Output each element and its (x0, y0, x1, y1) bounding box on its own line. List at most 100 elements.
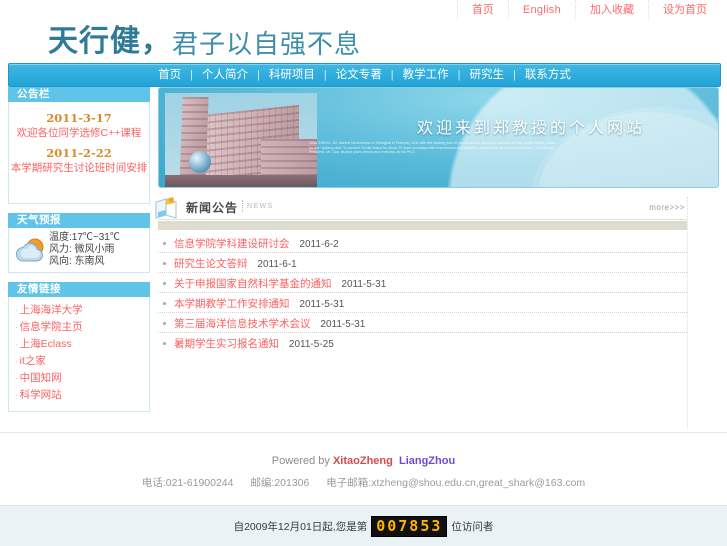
news-title-divider (242, 200, 244, 212)
weather-direction: 风向: 东南风 (49, 256, 105, 267)
list-item[interactable]: 第三届海洋信息技术学术会议 2011-5-31 (158, 316, 687, 333)
list-item[interactable]: 研究生论文答辩 2011-6-1 (158, 256, 687, 273)
nav-item-teaching[interactable]: 教学工作 (394, 64, 458, 86)
nav-items: 首页 | 个人简介 | 科研项目 | 论文专著 | 教学工作 | 研究生 | 联… (9, 64, 720, 86)
news-title: 新闻公告 (186, 201, 239, 215)
list-item[interactable]: 本学期教学工作安排通知 2011-5-31 (158, 296, 687, 313)
friend-link[interactable]: 上海Eclass (20, 338, 72, 350)
list-item[interactable]: · 信息学院主页 (9, 319, 149, 336)
news-more-link[interactable]: more>>> (649, 203, 685, 212)
friend-link[interactable]: 科学网站 (20, 389, 62, 401)
counter-suffix: 位访问者 (451, 520, 494, 533)
nav-item-research-projects[interactable]: 科研项目 (260, 64, 324, 86)
bullet-icon: · (15, 391, 18, 400)
hero-banner: 欢迎来到郑教授的个人网站 Xitao ZHENG, 60, started hi… (158, 87, 719, 188)
topbar-link-home[interactable]: 首页 (456, 0, 509, 20)
news-link[interactable]: 暑期学生实习报名通知 (174, 338, 279, 350)
photo-window-rows (179, 97, 209, 187)
list-item[interactable]: · 上海海洋大学 (9, 302, 149, 319)
nav-item-publications[interactable]: 论文专著 (327, 64, 391, 86)
news-date: 2011-5-31 (320, 319, 366, 330)
bullet-icon (163, 242, 166, 245)
powered-by-prefix: Powered by (271, 455, 333, 467)
bullet-icon (163, 262, 166, 265)
counter-value: 007853 (371, 515, 448, 537)
site-logo: 天行健，君子以自强不息 (48, 16, 361, 60)
notice-panel-title: 公告栏 (8, 87, 150, 102)
sidebar-panel-notice: 公告栏 2011-3-17 欢迎各位同学选修C++课程 2011-2-22 本学… (8, 87, 150, 204)
weather-panel-title: 天气预报 (8, 213, 150, 228)
list-item[interactable]: 信息学院学科建设研讨会 2011-6-2 (158, 236, 687, 253)
list-item[interactable]: · 上海Eclass (9, 336, 149, 353)
contact-email[interactable]: 电子邮箱:xtzheng@shou.edu.cn,great_shark@163… (326, 477, 585, 489)
topbar-link-english[interactable]: English (509, 0, 576, 20)
notice-date: 2011-3-17 (46, 111, 112, 125)
bullet-icon (163, 302, 166, 305)
links-panel-title: 友情链接 (8, 282, 150, 297)
news-subtitle: NEWS (247, 203, 274, 210)
bullet-icon: · (15, 374, 18, 383)
nav-item-contact[interactable]: 联系方式 (516, 64, 580, 86)
campus-building-photo (165, 93, 317, 187)
list-item[interactable]: · it之家 (9, 353, 149, 370)
news-list: 信息学院学科建设研讨会 2011-6-2 研究生论文答辩 2011-6-1 关于… (158, 230, 687, 352)
list-item[interactable]: 暑期学生实习报名通知 2011-5-25 (158, 336, 687, 352)
news-link[interactable]: 研究生论文答辩 (174, 258, 248, 270)
weather-panel-body: 温度:17℃~31℃ 风力: 微风小雨 风向: 东南风 (8, 228, 150, 273)
news-link[interactable]: 第三届海洋信息技术学术会议 (174, 318, 311, 330)
friend-link[interactable]: 上海海洋大学 (20, 304, 83, 316)
notice-text[interactable]: 欢迎各位同学选修C++课程 (9, 126, 149, 140)
banner-title: 欢迎来到郑教授的个人网站 (417, 118, 646, 137)
sun-behind-cloud-icon (13, 235, 47, 265)
news-link[interactable]: 信息学院学科建设研讨会 (174, 238, 290, 250)
news-book-icon (154, 195, 180, 221)
counter-prefix: 自2009年12月01日起,您是第 (233, 520, 368, 533)
bullet-icon: · (15, 323, 18, 332)
notice-panel-body: 2011-3-17 欢迎各位同学选修C++课程 2011-2-22 本学期研究生… (8, 102, 150, 204)
friend-link[interactable]: 信息学院主页 (20, 321, 83, 333)
visitor-counter-bar: 自2009年12月01日起,您是第 007853 位访问者 (0, 505, 727, 546)
friend-link[interactable]: 中国知网 (20, 372, 62, 384)
content-vertical-divider (687, 197, 689, 429)
page-root: 首页 English 加入收藏 设为首页 天行健，君子以自强不息 首页 | 个人… (0, 0, 727, 546)
notice-date: 2011-2-22 (46, 146, 112, 160)
logo-line-2: 君子以自强不息 (172, 30, 362, 60)
contact-phone: 电话:021-61900244 (141, 477, 234, 489)
nav-item-profile[interactable]: 个人简介 (193, 64, 257, 86)
powered-by: Powered by XitaoZheng LiangZhou (0, 455, 727, 467)
main-column: 欢迎来到郑教授的个人网站 Xitao ZHENG, 60, started hi… (155, 87, 719, 429)
nav-item-home[interactable]: 首页 (149, 64, 190, 86)
bullet-icon (163, 342, 166, 345)
list-item[interactable]: · 中国知网 (9, 370, 149, 387)
nav-item-graduate-students[interactable]: 研究生 (460, 64, 513, 86)
news-link[interactable]: 本学期教学工作安排通知 (174, 298, 290, 310)
sidebar-panel-links: 友情链接 ·上海海洋大学 ·信息学院主页 ·上海Eclass ·it之家 (8, 282, 150, 412)
news-section: 新闻公告 NEWS more>>> 信息学院学科建设研讨会 2011-6-2 研… (155, 197, 688, 429)
news-link[interactable]: 关于申报国家自然科学基金的通知 (174, 278, 332, 290)
news-date: 2011-5-31 (299, 299, 345, 310)
topbar-link-add-favorite[interactable]: 加入收藏 (576, 0, 649, 20)
top-utility-links: 首页 English 加入收藏 设为首页 (456, 0, 721, 20)
masthead: 天行健，君子以自强不息 (0, 20, 727, 62)
weather-text: 温度:17℃~31℃ 风力: 微风小雨 风向: 东南风 (49, 232, 120, 268)
links-panel-body: · 上海海洋大学 · 信息学院主页 · 上海Eclass · it之家 · 中国知网 (8, 297, 150, 412)
news-date: 2011-5-31 (341, 279, 387, 290)
logo-line-1: 天行健， (48, 24, 172, 59)
news-header-bar (158, 221, 687, 230)
notice-text[interactable]: 本学期研究生讨论班时间安排 (9, 161, 149, 175)
banner-subtext: Xitao ZHENG, 60, started his business in… (309, 141, 556, 155)
author-2[interactable]: LiangZhou (399, 455, 455, 467)
contact-postcode: 邮编:201306 (250, 477, 310, 489)
list-item[interactable]: · 科学网站 (9, 387, 149, 404)
visitor-counter: 自2009年12月01日起,您是第 007853 位访问者 (233, 515, 494, 537)
topbar-link-set-homepage[interactable]: 设为首页 (649, 0, 721, 20)
bullet-icon: · (15, 340, 18, 349)
news-date: 2011-6-2 (299, 239, 339, 250)
sidebar-panel-weather: 天气预报 温度:17℃~31℃ 风力: 微风小雨 风向: 东南风 (8, 213, 150, 273)
weather-wind: 风力: 微风小雨 (49, 244, 115, 255)
news-date: 2011-5-25 (288, 339, 334, 350)
friend-link[interactable]: it之家 (20, 355, 46, 367)
contact-line: 电话:021-61900244 邮编:201306 电子邮箱:xtzheng@s… (0, 475, 727, 490)
list-item[interactable]: 关于申报国家自然科学基金的通知 2011-5-31 (158, 276, 687, 293)
author-1[interactable]: XitaoZheng (333, 455, 393, 467)
